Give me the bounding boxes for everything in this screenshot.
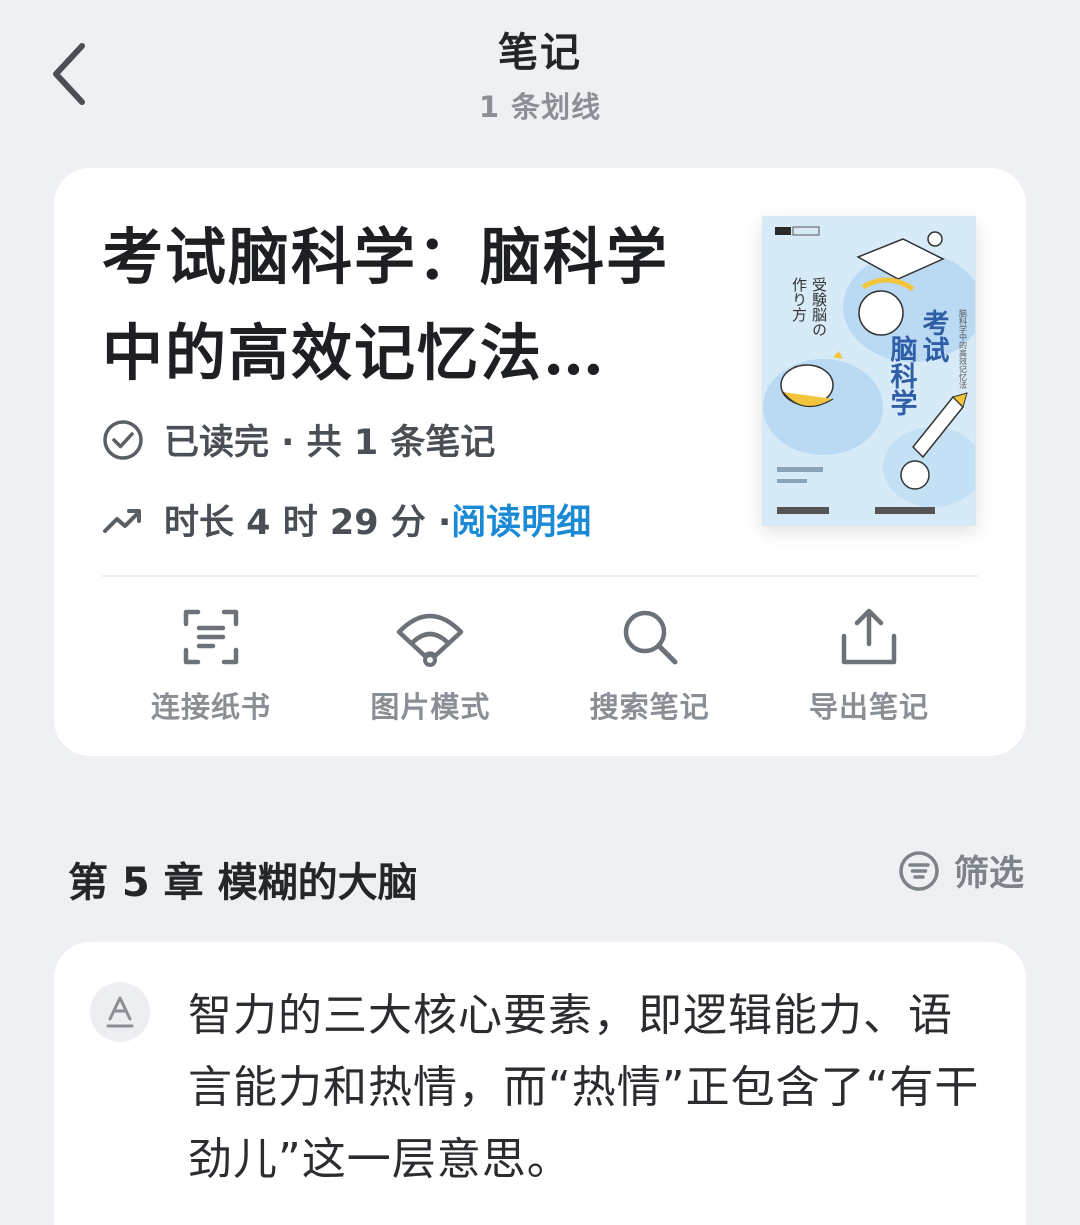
action-label: 导出笔记 (808, 690, 929, 724)
export-notes-button[interactable]: 导出笔记 (760, 606, 978, 726)
scan-icon (176, 606, 246, 668)
export-icon (834, 606, 904, 668)
filter-label: 筛选 (953, 854, 1024, 894)
reading-duration: 时长 4 时 29 分 · 阅读明细 (102, 494, 591, 545)
chapter-title: 第 5 章 模糊的大脑 (68, 860, 418, 906)
svg-text:考试: 考试 (918, 309, 950, 363)
book-actions: 连接纸书 图片模式 搜索笔记 导出笔记 (102, 606, 978, 726)
svg-text:脑科学: 脑科学 (886, 335, 918, 416)
image-mode-button[interactable]: 图片模式 (321, 606, 539, 726)
page-title: 笔记 (498, 30, 582, 76)
notes-page: 笔记 1 条划线 考试脑科学：脑科学中的高效记忆法… 已读完 · 共 1 条笔记… (0, 0, 1080, 1225)
underline-a-icon (90, 982, 150, 1042)
trend-up-icon (102, 499, 144, 541)
duration-text: 时长 4 时 29 分 · (164, 503, 452, 543)
highlight-count: 1 条划线 (478, 90, 602, 124)
book-title[interactable]: 考试脑科学：脑科学中的高效记忆法… (102, 210, 712, 402)
svg-text:脑科学中的高效记忆法: 脑科学中的高效记忆法 (959, 308, 968, 390)
cover-jp-title: 受験脳の (810, 277, 828, 337)
read-detail-link[interactable]: 阅读明细 (451, 494, 591, 545)
note-text: 智力的三大核心要素，即逻辑能力、语言能力和热情，而“热情”正包含了“有干劲儿”这… (188, 990, 980, 1185)
search-notes-button[interactable]: 搜索笔记 (541, 606, 759, 726)
svg-text:作り方: 作り方 (790, 277, 808, 323)
note-card[interactable]: 智力的三大核心要素，即逻辑能力、语言能力和热情，而“热情”正包含了“有干劲儿”这… (54, 942, 1026, 1225)
book-cover[interactable]: 受験脳の 作り方 考试 脑科学 脑科学中的高效记忆法 (762, 216, 976, 526)
action-label: 搜索笔记 (589, 690, 710, 724)
book-card: 考试脑科学：脑科学中的高效记忆法… 已读完 · 共 1 条笔记 时长 4 时 2… (54, 168, 1026, 756)
connect-paper-book-button[interactable]: 连接纸书 (102, 606, 320, 726)
action-label: 连接纸书 (150, 690, 271, 724)
book-cover-art: 受験脳の 作り方 考试 脑科学 脑科学中的高效记忆法 (763, 217, 975, 525)
check-circle-icon (102, 419, 144, 461)
filter-button[interactable]: 筛选 (898, 845, 1024, 896)
search-icon (615, 606, 685, 668)
status-text: 已读完 · 共 1 条笔记 (164, 423, 496, 463)
card-divider (102, 575, 978, 577)
reading-status: 已读完 · 共 1 条笔记 (102, 414, 495, 465)
fan-icon (395, 606, 465, 668)
action-label: 图片模式 (370, 690, 491, 724)
filter-icon (899, 850, 939, 891)
